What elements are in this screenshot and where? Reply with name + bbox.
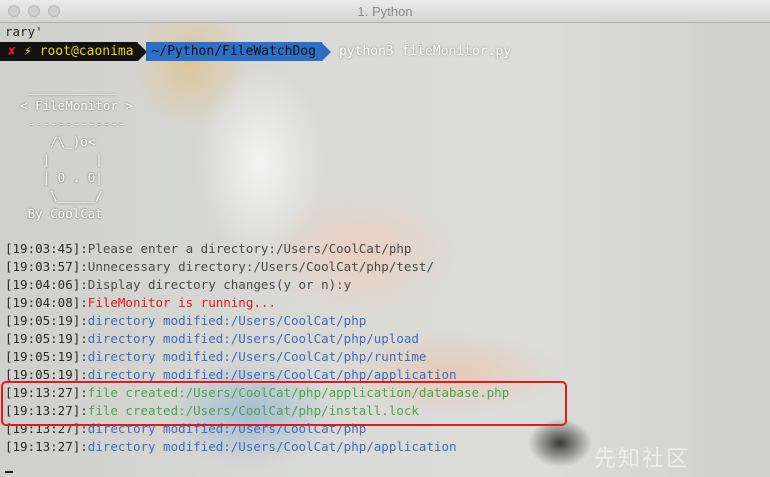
log-separator: :: [80, 295, 88, 310]
prompt-status-segment: ✘ ⚡ root@caonima: [0, 42, 138, 61]
log-timestamp: [19:04:08]: [5, 295, 81, 310]
log-timestamp: [19:05:19]: [5, 313, 81, 328]
watermark: 先知社区: [594, 447, 691, 472]
log-separator: :: [80, 313, 88, 328]
banner-line: | O . O|: [5, 170, 103, 185]
banner-line: -------------: [5, 116, 126, 131]
terminal-area[interactable]: rary' ✘ ⚡ root@caonima ~/Python/FileWatc…: [0, 23, 770, 477]
banner-line: By CoolCat: [5, 206, 103, 221]
log-message: Unnecessary directory:/Users/CoolCat/php…: [87, 259, 434, 274]
prompt-path: ~/Python/FileWatchDog: [145, 42, 322, 61]
log-message: directory modified:/Users/CoolCat/php/ru…: [87, 349, 427, 364]
error-x-icon: ✘: [8, 44, 16, 59]
log-line: [19:04:08]:FileMonitor is running...: [5, 294, 276, 312]
log-message: directory modified:/Users/CoolCat/php/up…: [87, 331, 419, 346]
log-separator: :: [80, 259, 88, 274]
log-message: Please enter a directory:/Users/CoolCat/…: [87, 241, 412, 256]
log-separator: :: [80, 277, 88, 292]
highlight-box: [1, 381, 567, 426]
shell-prompt: ✘ ⚡ root@caonima ~/Python/FileWatchDog p…: [0, 42, 511, 61]
log-message: directory modified:/Users/CoolCat/php: [87, 313, 367, 328]
window-title: 1. Python: [357, 4, 413, 19]
log-timestamp: [19:05:19]: [5, 367, 81, 382]
log-separator: :: [80, 367, 88, 382]
banner-line: /\_)o<: [5, 134, 96, 149]
log-separator: :: [80, 331, 88, 346]
log-line: [19:03:45]:Please enter a directory:/Use…: [5, 240, 411, 258]
log-separator: :: [80, 349, 88, 364]
log-separator: :: [80, 439, 88, 454]
log-timestamp: [19:04:06]: [5, 277, 81, 292]
log-line: [19:05:19]:directory modified:/Users/Coo…: [5, 312, 366, 330]
log-timestamp: [19:03:57]: [5, 259, 81, 274]
banner-line: < FileMonitor >: [5, 98, 133, 113]
log-timestamp: [19:05:19]: [5, 349, 81, 364]
lightning-bolt-icon: ⚡: [23, 44, 32, 59]
prompt-separator-arrow-icon: [321, 42, 331, 61]
log-line: [19:05:19]:directory modified:/Users/Coo…: [5, 348, 426, 366]
terminal-window: 1. Python rary' ✘ ⚡ root@caonima ~/Pytho…: [0, 0, 770, 477]
log-timestamp: [19:05:19]: [5, 331, 81, 346]
log-message: directory modified:/Users/CoolCat/php/ap…: [87, 367, 457, 382]
log-message: FileMonitor is running...: [87, 295, 276, 310]
title-bar: 1. Python: [0, 0, 770, 23]
banner-line: \_____/: [5, 188, 103, 203]
terminal-line: rary': [5, 24, 43, 39]
text-cursor: [5, 471, 13, 473]
log-message: Display directory changes(y or n):y: [87, 277, 352, 292]
prompt-command: python3 fileMonitor.py: [338, 44, 512, 59]
log-line: [19:05:19]:directory modified:/Users/Coo…: [5, 330, 419, 348]
log-message: directory modified:/Users/CoolCat/php/ap…: [87, 439, 457, 454]
log-timestamp: [19:03:45]: [5, 241, 81, 256]
prompt-user-host: root@caonima: [39, 44, 134, 59]
banner-line: ____________: [5, 80, 118, 95]
banner-line: | |: [5, 152, 103, 167]
log-line: [19:03:57]:Unnecessary directory:/Users/…: [5, 258, 434, 276]
log-line: [19:04:06]:Display directory changes(y o…: [5, 276, 351, 294]
log-timestamp: [19:13:27]: [5, 439, 81, 454]
log-line: [19:13:27]:directory modified:/Users/Coo…: [5, 438, 457, 456]
log-separator: :: [80, 241, 88, 256]
